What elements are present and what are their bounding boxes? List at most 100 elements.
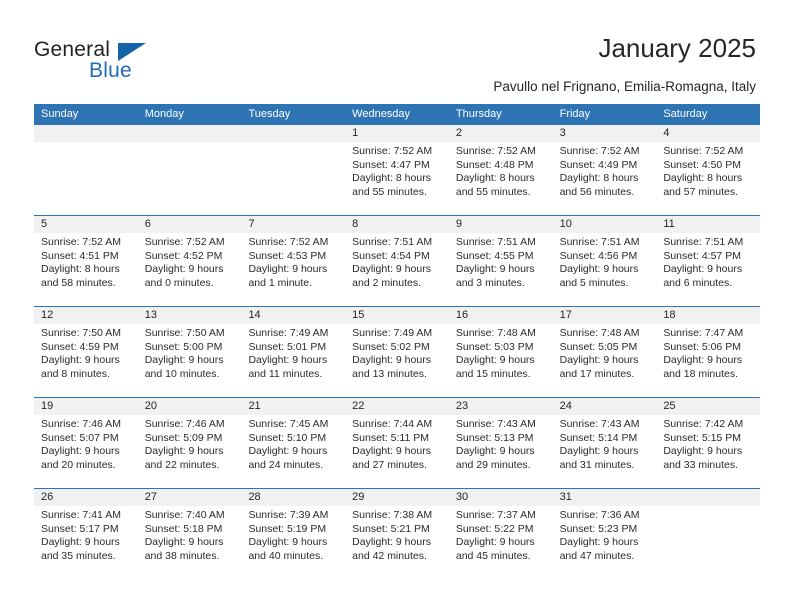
day-cell-14[interactable]: Sunrise: 7:49 AM Sunset: 5:01 PM Daylight:… xyxy=(241,324,345,397)
day-number-12[interactable]: 12 xyxy=(34,307,138,324)
day-cell-15[interactable]: Sunrise: 7:49 AM Sunset: 5:02 PM Daylight:… xyxy=(345,324,449,397)
day-number-2[interactable]: 2 xyxy=(449,125,553,142)
day-cell-30[interactable]: Sunrise: 7:37 AM Sunset: 5:22 PM Daylight:… xyxy=(449,506,553,579)
day-cell-13[interactable]: Sunrise: 7:50 AM Sunset: 5:00 PM Daylight:… xyxy=(138,324,242,397)
day-detail-line: Daylight: 9 hours xyxy=(663,354,743,367)
day-detail-line: and 3 minutes. xyxy=(455,276,525,289)
day-number-21[interactable]: 21 xyxy=(241,398,345,415)
day-number-6[interactable]: 6 xyxy=(138,216,242,233)
day-cell-6[interactable]: Sunrise: 7:52 AM Sunset: 4:52 PM Daylight:… xyxy=(138,233,242,306)
day-number-30[interactable]: 30 xyxy=(449,489,553,506)
day-detail-line: and 11 minutes. xyxy=(248,367,323,380)
calendar-weeks: 1 2 3 4 Sunrise: 7:52 AM Sunset: 4:47 PM Dayli… xyxy=(34,125,760,579)
calendar-grid: Sunday Monday Tuesday Wednesday Thursday Frid… xyxy=(34,104,760,579)
day-detail-line: Sunset: 4:57 PM xyxy=(663,249,741,262)
day-detail-line: Daylight: 9 hours xyxy=(455,354,535,367)
day-detail-line: Sunrise: 7:43 AM xyxy=(559,418,640,430)
day-number-22[interactable]: 22 xyxy=(345,398,449,415)
day-cell-21[interactable]: Sunrise: 7:45 AM Sunset: 5:10 PM Daylight:… xyxy=(241,415,345,488)
day-detail-line: Sunset: 4:59 PM xyxy=(41,340,119,353)
day-detail-line: and 6 minutes. xyxy=(663,276,733,289)
day-cell-5[interactable]: Sunrise: 7:52 AM Sunset: 4:51 PM Daylight:… xyxy=(34,233,138,306)
day-number-13[interactable]: 13 xyxy=(138,307,242,324)
day-number-26[interactable]: 26 xyxy=(34,489,138,506)
week-detail-band: Sunrise: 7:46 AM Sunset: 5:07 PM Daylight:… xyxy=(34,415,760,488)
day-detail-line: Sunset: 4:56 PM xyxy=(559,249,638,262)
day-cell-7[interactable]: Sunrise: 7:52 AM Sunset: 4:53 PM Daylight:… xyxy=(241,233,345,306)
day-detail-line: Daylight: 9 hours xyxy=(144,354,224,367)
day-cell-9[interactable]: Sunrise: 7:51 AM Sunset: 4:55 PM Daylight:… xyxy=(449,233,553,306)
day-cell-11[interactable]: Sunrise: 7:51 AM Sunset: 4:57 PM Daylight:… xyxy=(656,233,760,306)
day-detail-line: Daylight: 9 hours xyxy=(248,354,328,367)
day-detail-line: Sunrise: 7:39 AM xyxy=(248,509,329,521)
week-daynumber-band: 1234 xyxy=(34,125,760,142)
day-number-20[interactable]: 20 xyxy=(138,398,242,415)
day-detail-line: Daylight: 9 hours xyxy=(41,536,120,549)
day-number-16[interactable]: 16 xyxy=(449,307,553,324)
day-detail-line: Daylight: 9 hours xyxy=(352,445,431,458)
day-number-18[interactable]: 18 xyxy=(656,307,760,324)
day-number-8[interactable]: 8 xyxy=(345,216,449,233)
day-detail-line: Daylight: 9 hours xyxy=(663,445,743,458)
day-detail-line: Daylight: 9 hours xyxy=(455,536,535,549)
day-detail-line: and 47 minutes. xyxy=(559,549,635,562)
day-number-9[interactable]: 9 xyxy=(449,216,553,233)
day-cell-10[interactable]: Sunrise: 7:51 AM Sunset: 4:56 PM Daylight:… xyxy=(553,233,657,306)
day-detail-line: Sunset: 5:09 PM xyxy=(144,431,223,444)
day-cell-20[interactable]: Sunrise: 7:46 AM Sunset: 5:09 PM Daylight:… xyxy=(138,415,242,488)
day-detail-line: Daylight: 9 hours xyxy=(248,263,328,276)
day-detail-line: Sunrise: 7:46 AM xyxy=(144,418,225,430)
day-number-29[interactable]: 29 xyxy=(345,489,449,506)
day-number-28[interactable]: 28 xyxy=(241,489,345,506)
day-detail-line: and 2 minutes. xyxy=(352,276,422,289)
day-number-5[interactable]: 5 xyxy=(34,216,138,233)
day-cell-17[interactable]: Sunrise: 7:48 AM Sunset: 5:05 PM Daylight:… xyxy=(553,324,657,397)
day-cell-26[interactable]: Sunrise: 7:41 AM Sunset: 5:17 PM Daylight:… xyxy=(34,506,138,579)
day-number-15[interactable]: 15 xyxy=(345,307,449,324)
day-detail-line: and 35 minutes. xyxy=(41,549,116,562)
day-cell-23[interactable]: Sunrise: 7:43 AM Sunset: 5:13 PM Daylight:… xyxy=(449,415,553,488)
general-blue-logo[interactable]: General Blue xyxy=(34,38,214,86)
day-detail-line: Daylight: 8 hours xyxy=(455,172,535,185)
day-detail-line: Daylight: 9 hours xyxy=(559,263,639,276)
day-cell-12[interactable]: Sunrise: 7:50 AM Sunset: 4:59 PM Daylight:… xyxy=(34,324,138,397)
day-cell-24[interactable]: Sunrise: 7:43 AM Sunset: 5:14 PM Daylight:… xyxy=(553,415,657,488)
day-cell-3[interactable]: Sunrise: 7:52 AM Sunset: 4:49 PM Daylight:… xyxy=(553,142,657,215)
day-number-10[interactable]: 10 xyxy=(553,216,657,233)
day-cell-22[interactable]: Sunrise: 7:44 AM Sunset: 5:11 PM Daylight:… xyxy=(345,415,449,488)
day-number-3[interactable]: 3 xyxy=(553,125,657,142)
day-cell-1[interactable]: Sunrise: 7:52 AM Sunset: 4:47 PM Daylight:… xyxy=(345,142,449,215)
day-detail-line: and 38 minutes. xyxy=(144,549,220,562)
day-cell-27[interactable]: Sunrise: 7:40 AM Sunset: 5:18 PM Daylight:… xyxy=(138,506,242,579)
day-cell-18[interactable]: Sunrise: 7:47 AM Sunset: 5:06 PM Daylight:… xyxy=(656,324,760,397)
day-cell-8[interactable]: Sunrise: 7:51 AM Sunset: 4:54 PM Daylight:… xyxy=(345,233,449,306)
day-cell-31[interactable]: Sunrise: 7:36 AM Sunset: 5:23 PM Daylight:… xyxy=(553,506,657,579)
day-number-4[interactable]: 4 xyxy=(656,125,760,142)
day-detail-line: and 0 minutes. xyxy=(144,276,214,289)
day-number-11[interactable]: 11 xyxy=(656,216,760,233)
day-cell-25[interactable]: Sunrise: 7:42 AM Sunset: 5:15 PM Daylight:… xyxy=(656,415,760,488)
day-cell-4[interactable]: Sunrise: 7:52 AM Sunset: 4:50 PM Daylight:… xyxy=(656,142,760,215)
day-detail-line: Sunrise: 7:48 AM xyxy=(455,327,536,339)
day-cell-16[interactable]: Sunrise: 7:48 AM Sunset: 5:03 PM Daylight:… xyxy=(449,324,553,397)
day-number-7[interactable]: 7 xyxy=(241,216,345,233)
day-detail-line: Daylight: 9 hours xyxy=(559,445,639,458)
day-cell-29[interactable]: Sunrise: 7:38 AM Sunset: 5:21 PM Daylight:… xyxy=(345,506,449,579)
day-detail-line: Daylight: 8 hours xyxy=(663,172,743,185)
day-number-31[interactable]: 31 xyxy=(553,489,657,506)
day-detail-line: Daylight: 9 hours xyxy=(144,445,224,458)
day-number-23[interactable]: 23 xyxy=(449,398,553,415)
day-number-1[interactable]: 1 xyxy=(345,125,449,142)
day-number-19[interactable]: 19 xyxy=(34,398,138,415)
day-detail-line: and 29 minutes. xyxy=(455,458,531,471)
day-detail-line: Sunset: 5:05 PM xyxy=(559,340,638,353)
day-number-27[interactable]: 27 xyxy=(138,489,242,506)
day-cell-19[interactable]: Sunrise: 7:46 AM Sunset: 5:07 PM Daylight:… xyxy=(34,415,138,488)
day-cell-28[interactable]: Sunrise: 7:39 AM Sunset: 5:19 PM Daylight:… xyxy=(241,506,345,579)
day-number-24[interactable]: 24 xyxy=(553,398,657,415)
day-number-17[interactable]: 17 xyxy=(553,307,657,324)
day-number-14[interactable]: 14 xyxy=(241,307,345,324)
day-detail-line: Sunrise: 7:52 AM xyxy=(352,145,433,157)
day-cell-2[interactable]: Sunrise: 7:52 AM Sunset: 4:48 PM Daylight:… xyxy=(449,142,553,215)
day-number-25[interactable]: 25 xyxy=(656,398,760,415)
